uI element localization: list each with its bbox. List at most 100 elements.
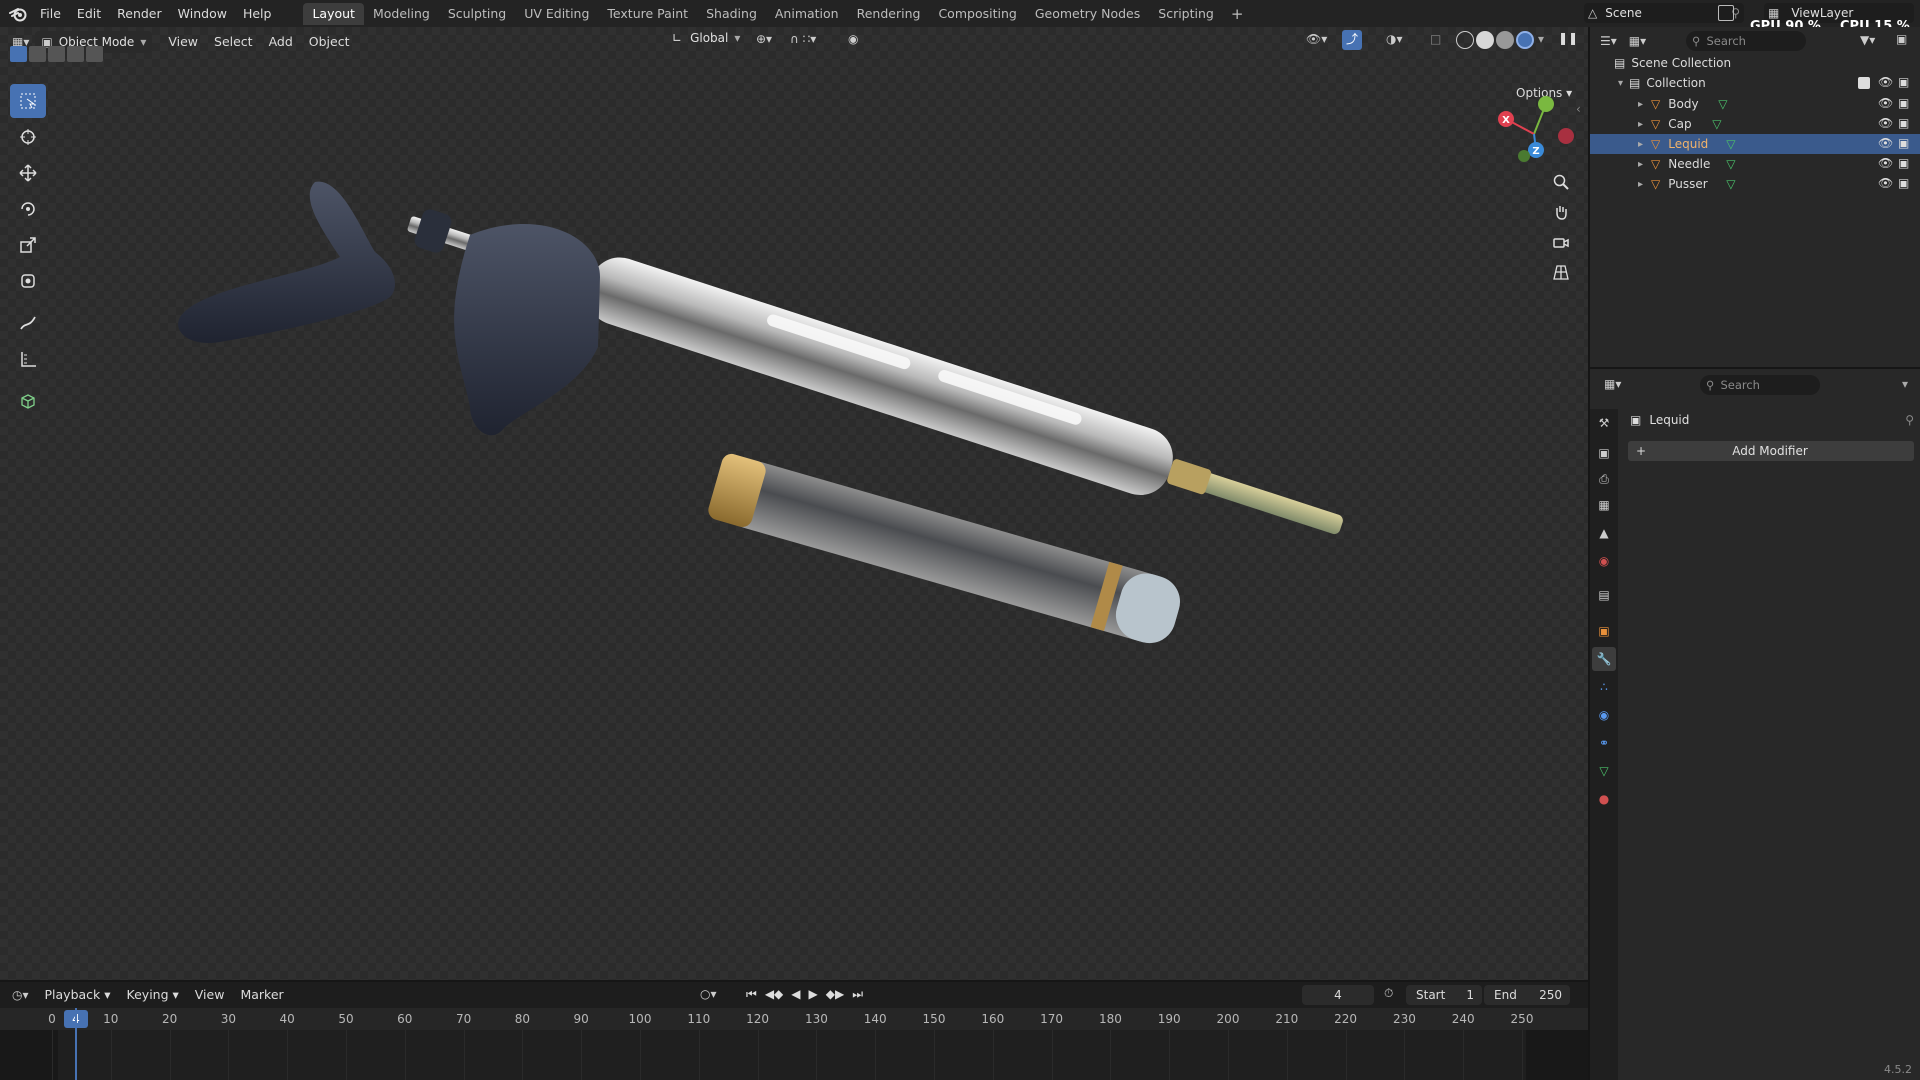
select-extend-icon[interactable] <box>29 46 46 62</box>
tab-geometry-nodes[interactable]: Geometry Nodes <box>1026 3 1149 25</box>
toggle-sidebar-icon[interactable]: ❚❚ <box>1558 31 1578 45</box>
tab-modeling[interactable]: Modeling <box>364 3 439 25</box>
eye-icon[interactable]: 👁 <box>1878 156 1893 170</box>
select-intersect-icon[interactable] <box>86 46 103 62</box>
add-workspace-button[interactable]: + <box>1223 5 1252 23</box>
physics-tab-icon[interactable]: ◉ <box>1592 703 1616 727</box>
add-cube-tool[interactable] <box>10 384 46 418</box>
outliner-item-needle[interactable]: ▸ ▽ Needle ▽ 👁 ▣ <box>1590 154 1920 174</box>
eye-icon[interactable]: 👁 <box>1878 116 1893 130</box>
properties-search-input[interactable]: ⚲ Search <box>1700 375 1820 395</box>
tab-layout[interactable]: Layout <box>303 2 364 25</box>
collapse-arrow-icon[interactable]: ‹ <box>1576 102 1581 116</box>
timeline-track-area[interactable] <box>0 1008 1588 1080</box>
tab-scripting[interactable]: Scripting <box>1149 3 1223 25</box>
move-tool[interactable] <box>10 156 46 190</box>
view-layer-tab-icon[interactable]: ▦ <box>1592 493 1616 517</box>
jump-start-icon[interactable]: ⏮ <box>746 987 757 1002</box>
outliner-item-lequid[interactable]: ▸ ▽ Lequid ▽ 👁 ▣ <box>1590 134 1920 154</box>
chevron-down-icon[interactable]: ▾ <box>1902 377 1908 391</box>
material-shading-icon[interactable] <box>1496 31 1514 49</box>
editor-type-icon[interactable]: ▦▾ <box>1604 377 1621 391</box>
pin-icon[interactable]: ⚲ <box>1905 413 1914 427</box>
menu-select[interactable]: Select <box>206 31 261 53</box>
mesh-data-icon[interactable]: ▽ <box>1726 177 1735 191</box>
expand-arrow-icon[interactable]: ▸ <box>1638 159 1643 170</box>
stopwatch-icon[interactable]: ⏱ <box>1384 986 1393 1001</box>
cursor-tool[interactable] <box>10 120 46 154</box>
select-box-tool[interactable] <box>10 84 46 118</box>
scene-collection-row[interactable]: ▤ Scene Collection <box>1590 53 1920 73</box>
proportional-edit-icon[interactable]: ◉ <box>848 32 858 46</box>
scene-tab-icon[interactable]: ▲ <box>1592 521 1616 545</box>
mesh-data-icon[interactable]: ▽ <box>1726 137 1735 151</box>
annotate-tool[interactable] <box>10 306 46 340</box>
snap-icon[interactable]: ∩ ∷▾ <box>790 32 816 46</box>
mesh-data-icon[interactable]: ▽ <box>1718 97 1727 111</box>
menu-view[interactable]: View <box>187 984 233 1006</box>
world-tab-icon[interactable]: ◉ <box>1592 549 1616 573</box>
navigation-gizmo[interactable]: X Z <box>1494 94 1574 174</box>
add-modifier-button[interactable]: + Add Modifier <box>1628 441 1914 461</box>
overlay-icon[interactable]: ◑▾ <box>1386 32 1403 46</box>
mesh-data-icon[interactable]: ▽ <box>1726 157 1735 171</box>
frame-ruler[interactable]: 250 240 230 220 210 200 190 180 170 160 150 140 130 1… <box>0 1008 1588 1030</box>
play-reverse-icon[interactable]: ◀ <box>791 987 800 1002</box>
3d-viewport[interactable]: ▦▾ ▣ Object Mode ▾ View Select Add Objec… <box>0 27 1588 980</box>
tab-shading[interactable]: Shading <box>697 3 766 25</box>
data-tab-icon[interactable]: ▽ <box>1592 759 1616 783</box>
exclude-checkbox[interactable] <box>1858 77 1870 89</box>
camera-view-icon[interactable] <box>1548 229 1574 255</box>
collection-tab-icon[interactable]: ▤ <box>1592 583 1616 607</box>
outliner-item-cap[interactable]: ▸ ▽ Cap ▽ 👁 ▣ <box>1590 114 1920 134</box>
render-camera-icon[interactable]: ▣ <box>1898 176 1909 190</box>
next-keyframe-icon[interactable]: ◆▶ <box>826 987 844 1002</box>
xray-icon[interactable]: □ <box>1430 32 1441 46</box>
zoom-icon[interactable] <box>1548 169 1574 195</box>
start-frame-field[interactable]: Start 1 <box>1406 985 1482 1005</box>
constraints-tab-icon[interactable]: ⚭ <box>1592 731 1616 755</box>
menu-keying[interactable]: Keying ▾ <box>119 984 187 1006</box>
eye-icon[interactable]: 👁 <box>1878 176 1893 190</box>
render-camera-icon[interactable]: ▣ <box>1898 156 1909 170</box>
scale-tool[interactable] <box>10 228 46 262</box>
autokey-icon[interactable]: ○▾ <box>700 987 717 1001</box>
new-collection-icon[interactable]: ▣ <box>1896 32 1907 46</box>
outliner-item-body[interactable]: ▸ ▽ Body ▽ 👁 ▣ <box>1590 94 1920 114</box>
gizmo-toggle-icon[interactable]: ⤴ <box>1342 30 1362 50</box>
render-camera-icon[interactable]: ▣ <box>1898 116 1909 130</box>
render-camera-icon[interactable]: ▣ <box>1898 136 1909 150</box>
editor-type-icon[interactable]: ◷▾ <box>12 988 29 1002</box>
menu-view[interactable]: View <box>160 31 206 53</box>
output-tab-icon[interactable]: ⎙ <box>1592 467 1616 491</box>
prev-keyframe-icon[interactable]: ◀◆ <box>765 987 783 1002</box>
rendered-shading-icon[interactable] <box>1516 31 1534 49</box>
menu-add[interactable]: Add <box>261 31 301 53</box>
end-frame-field[interactable]: End 250 <box>1484 985 1570 1005</box>
visibility-icon[interactable]: 👁▾ <box>1306 32 1327 46</box>
menu-marker[interactable]: Marker <box>232 984 291 1006</box>
eye-icon[interactable]: 👁 <box>1878 96 1893 110</box>
tab-compositing[interactable]: Compositing <box>929 3 1025 25</box>
tool-tab-icon[interactable]: ⚒ <box>1592 411 1616 435</box>
new-scene-icon[interactable] <box>1718 5 1734 21</box>
play-icon[interactable]: ▶ <box>809 987 818 1002</box>
measure-tool[interactable] <box>10 342 46 376</box>
tab-texture-paint[interactable]: Texture Paint <box>598 3 697 25</box>
menu-window[interactable]: Window <box>170 3 235 25</box>
modifier-tab-icon[interactable]: 🔧 <box>1592 647 1616 671</box>
perspective-toggle-icon[interactable] <box>1548 259 1574 285</box>
tab-rendering[interactable]: Rendering <box>848 3 930 25</box>
menu-render[interactable]: Render <box>109 3 170 25</box>
pivot-icon[interactable]: ⊕▾ <box>756 32 772 46</box>
render-camera-icon[interactable]: ▣ <box>1898 75 1909 89</box>
select-invert-icon[interactable] <box>67 46 84 62</box>
select-new-icon[interactable] <box>10 46 27 62</box>
wireframe-shading-icon[interactable] <box>1456 31 1474 49</box>
solid-shading-icon[interactable] <box>1476 31 1494 49</box>
rotate-tool[interactable] <box>10 192 46 226</box>
menu-object[interactable]: Object <box>301 31 358 53</box>
menu-file[interactable]: File <box>32 3 69 25</box>
object-tab-icon[interactable]: ▣ <box>1592 619 1616 643</box>
menu-help[interactable]: Help <box>235 3 280 25</box>
